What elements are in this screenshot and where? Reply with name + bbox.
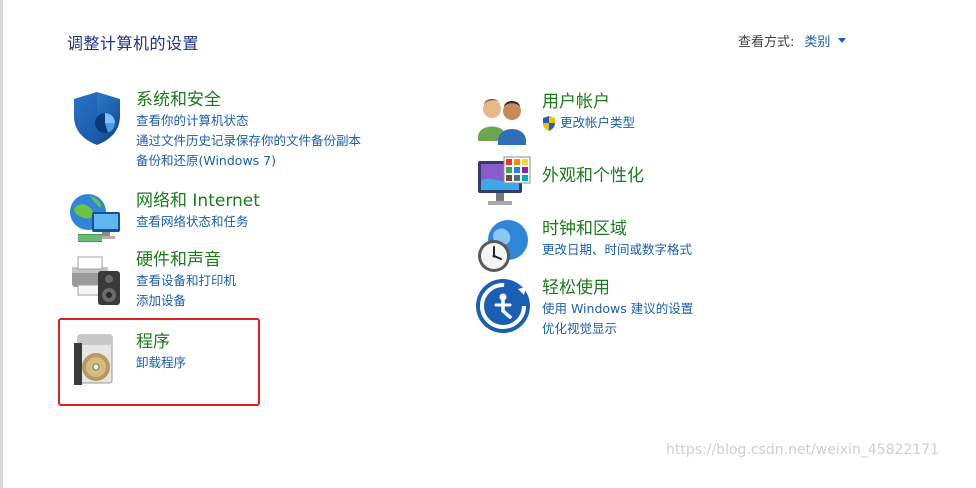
category-user-accounts: 用户帐户 更改帐户类型 <box>474 91 635 149</box>
security-shield-icon[interactable] <box>68 89 126 147</box>
printer-speaker-icon[interactable] <box>68 249 126 307</box>
window-left-border <box>0 0 3 488</box>
category-title[interactable]: 用户帐户 <box>542 91 635 113</box>
link-file-history[interactable]: 通过文件历史记录保存你的文件备份副本 <box>136 131 361 151</box>
user-accounts-icon[interactable] <box>474 91 532 149</box>
category-title[interactable]: 轻松使用 <box>542 277 693 299</box>
monitor-palette-icon[interactable] <box>474 155 532 213</box>
view-by-control: 查看方式: 类别 <box>738 31 847 50</box>
category-appearance: 外观和个性化 <box>474 155 644 213</box>
view-by-dropdown[interactable]: 类别 <box>804 31 847 50</box>
page-title: 调整计算机的设置 <box>67 34 200 53</box>
category-ease-of-access: 轻松使用 使用 Windows 建议的设置 优化视觉显示 <box>474 277 693 339</box>
category-hardware-sound: 硬件和声音 查看设备和打印机 添加设备 <box>68 249 236 311</box>
link-add-device[interactable]: 添加设备 <box>136 291 236 311</box>
category-system-security: 系统和安全 查看你的计算机状态 通过文件历史记录保存你的文件备份副本 备份和还原… <box>68 89 361 171</box>
category-title[interactable]: 外观和个性化 <box>542 165 644 187</box>
network-globe-icon[interactable] <box>68 190 126 248</box>
link-optimize-visual-display[interactable]: 优化视觉显示 <box>542 319 693 339</box>
link-change-account-type-label[interactable]: 更改帐户类型 <box>560 113 635 133</box>
clock-globe-icon[interactable] <box>474 218 532 276</box>
watermark-text: https://blog.csdn.net/weixin_45822171 <box>666 442 940 458</box>
link-network-status[interactable]: 查看网络状态和任务 <box>136 212 260 232</box>
link-view-computer-status[interactable]: 查看你的计算机状态 <box>136 111 361 131</box>
control-panel-window: 调整计算机的设置 查看方式: 类别 系统和安全 查看你的计算机状态 通过文件历史… <box>0 0 976 488</box>
link-change-date-time[interactable]: 更改日期、时间或数字格式 <box>542 240 692 260</box>
uac-shield-icon <box>543 115 555 131</box>
link-devices-printers[interactable]: 查看设备和打印机 <box>136 271 236 291</box>
category-network-internet: 网络和 Internet 查看网络状态和任务 <box>68 190 260 248</box>
category-title[interactable]: 硬件和声音 <box>136 249 236 271</box>
category-clock-region: 时钟和区域 更改日期、时间或数字格式 <box>474 218 692 276</box>
category-title[interactable]: 网络和 Internet <box>136 190 260 212</box>
highlight-annotation <box>58 318 260 406</box>
chevron-down-icon[interactable] <box>838 38 847 43</box>
link-change-account-type[interactable]: 更改帐户类型 <box>542 113 635 133</box>
view-by-label: 查看方式: <box>738 35 795 50</box>
link-backup-restore[interactable]: 备份和还原(Windows 7) <box>136 151 361 171</box>
category-title[interactable]: 时钟和区域 <box>542 218 692 240</box>
category-title[interactable]: 系统和安全 <box>136 89 361 111</box>
link-windows-suggested-settings[interactable]: 使用 Windows 建议的设置 <box>542 299 693 319</box>
ease-of-access-icon[interactable] <box>474 277 532 335</box>
view-by-value[interactable]: 类别 <box>804 31 830 50</box>
